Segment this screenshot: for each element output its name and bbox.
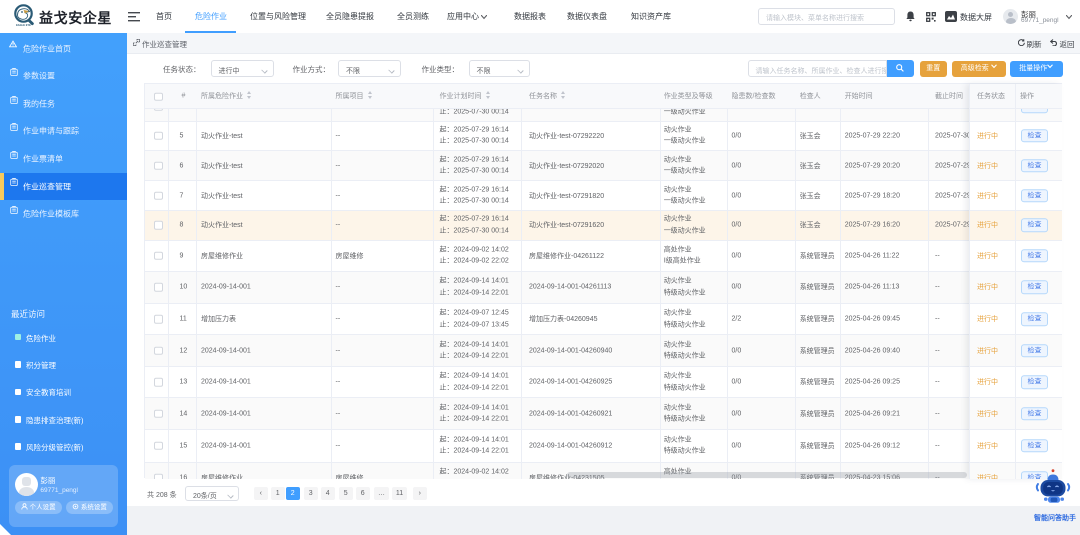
svg-text:EAGLE EYE: EAGLE EYE xyxy=(16,23,31,27)
